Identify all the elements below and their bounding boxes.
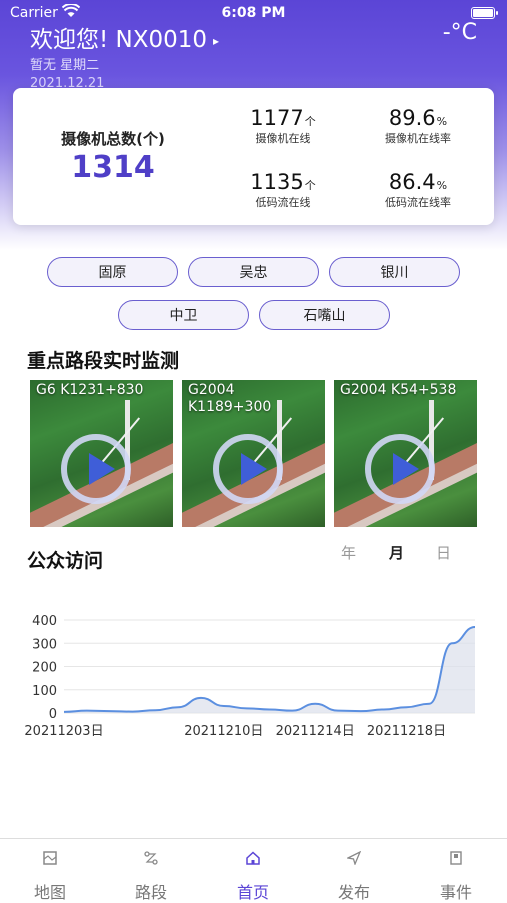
tab-label: 事件 [439,883,472,902]
x-tick-label: 20211203日 [24,724,103,739]
video-label: G2004 K54+538 [340,382,457,398]
tab-publish[interactable]: 发布 [304,839,404,902]
welcome-dropdown[interactable]: 欢迎您! NX0010 ▸ [30,20,219,54]
video-label: G2004 K1189+300 [188,382,272,415]
video-label: G6 K1231+830 [36,382,144,398]
status-time: 6:08 PM [221,5,286,21]
camera-online-value: 1177 [250,106,304,130]
tab-label: 地图 [33,883,66,902]
video-thumbnail-1[interactable]: G6 K1231+830 [30,380,173,527]
weather-info: 暂无 星期二 [30,58,100,73]
camera-online-unit: 个 [304,115,316,128]
visits-section-title: 公众访问 [27,550,104,572]
camera-online-label: 摄像机在线 [255,132,311,145]
event-icon [450,851,462,865]
lowbit-online-rate-value: 86.4 [388,170,436,194]
play-icon[interactable] [213,434,283,504]
tab-map[interactable]: 地图 [0,839,100,902]
series-area [64,626,475,713]
total-cameras-label: 摄像机总数(个) [61,130,165,148]
tab-label: 发布 [337,883,370,902]
video-thumbnail-2[interactable]: G2004 K1189+300 [182,380,325,527]
region-button-guyuan[interactable]: 固原 [47,257,178,287]
lowbit-online-unit: 个 [304,179,316,192]
region-button-zhongwei[interactable]: 中卫 [118,300,249,330]
lowbit-online-rate-unit: % [436,179,448,192]
y-tick-label: 300 [32,637,57,652]
x-tick-label: 20211218日 [367,724,446,739]
video-thumbnail-3[interactable]: G2004 K54+538 [334,380,477,527]
battery-icon [471,7,498,19]
welcome-text: 欢迎您! NX0010 [30,27,208,53]
tab-home[interactable]: 首页 [203,839,303,902]
play-icon[interactable] [365,434,435,504]
route-icon [144,851,158,865]
period-tab-month[interactable]: 月 [389,542,404,563]
tab-route[interactable]: 路段 [101,839,201,902]
send-icon [347,851,361,865]
lowbit-online-rate-label: 低码流在线率 [385,196,451,209]
tab-event[interactable]: 事件 [406,839,506,902]
map-icon [43,851,57,865]
region-button-wuzhong[interactable]: 吴忠 [188,257,319,287]
play-icon[interactable] [61,434,131,504]
camera-online-stat: 1177个 摄像机在线 [218,106,348,146]
home-icon [246,851,260,865]
period-tab-day[interactable]: 日 [436,542,451,563]
lowbit-online-rate-stat: 86.4% 低码流在线率 [353,170,483,210]
lowbit-online-label: 低码流在线 [255,196,311,209]
temperature: -°C [442,20,477,45]
lowbit-online-stat: 1135个 低码流在线 [218,170,348,210]
series-line [63,625,476,713]
caret-down-icon: ▸ [213,33,220,48]
y-tick-label: 0 [49,707,57,722]
y-tick-label: 100 [32,684,57,699]
period-tab-year[interactable]: 年 [341,542,356,563]
tab-label: 首页 [236,883,269,902]
x-tick-label: 20211214日 [276,724,355,739]
y-tick-label: 200 [32,661,57,676]
monitor-section-title: 重点路段实时监测 [27,350,180,372]
tab-bar: 地图 路段 首页 发布 事件 [0,838,507,902]
x-tick-label: 20211210日 [184,724,263,739]
camera-online-rate-label: 摄像机在线率 [385,132,451,145]
camera-online-rate-stat: 89.6% 摄像机在线率 [353,106,483,146]
lowbit-online-value: 1135 [250,170,304,194]
total-cameras-value: 1314 [71,150,155,185]
region-button-yinchuan[interactable]: 银川 [329,257,460,287]
stats-card: 摄像机总数(个) 1314 1177个 摄像机在线 89.6% 摄像机在线率 1… [13,88,494,225]
y-tick-label: 400 [32,614,57,629]
tab-label: 路段 [134,883,167,902]
visits-chart: 0 100 200 300 400 20211203日 20211210日 20211214日… [24,614,476,739]
camera-online-rate-value: 89.6 [388,106,436,130]
region-button-shizuishan[interactable]: 石嘴山 [259,300,390,330]
camera-online-rate-unit: % [436,115,448,128]
